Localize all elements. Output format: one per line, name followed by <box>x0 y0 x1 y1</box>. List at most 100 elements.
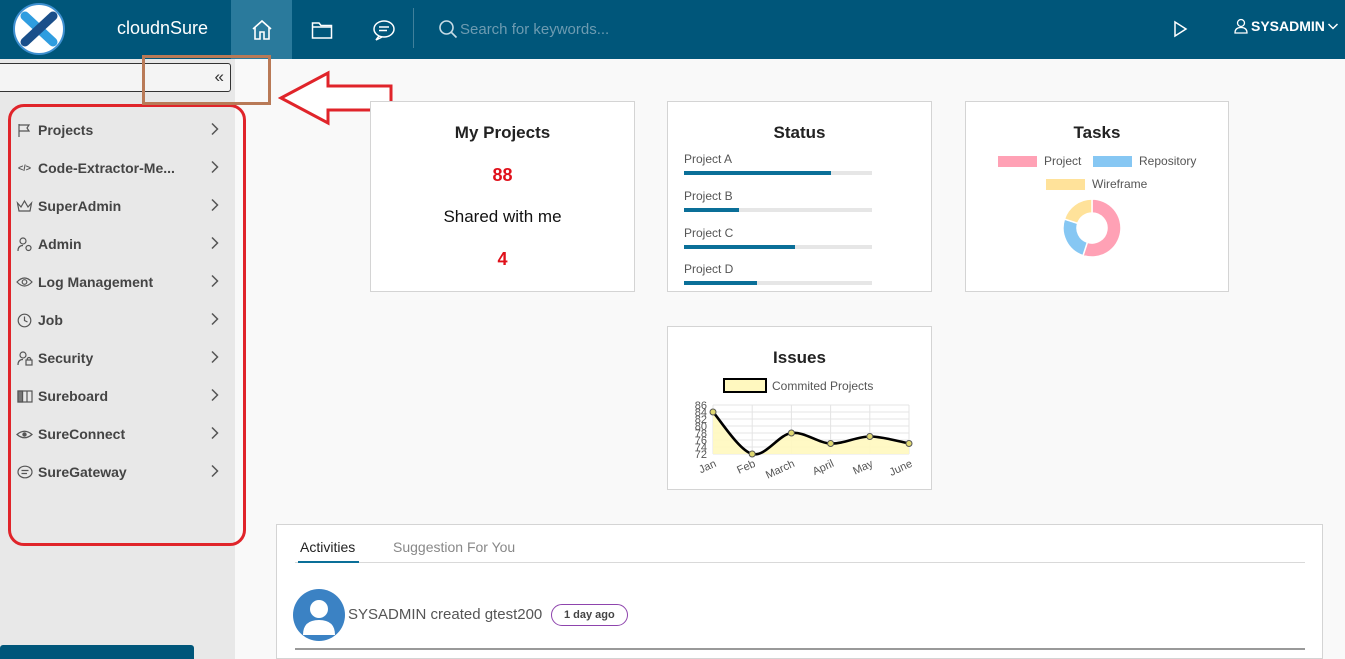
sidebar-item-superadmin[interactable]: SuperAdmin <box>0 187 235 225</box>
data-point[interactable] <box>709 408 717 416</box>
activity-divider <box>295 648 1305 650</box>
data-point[interactable] <box>827 440 835 447</box>
sidebar-item-suregateway[interactable]: SureGateway <box>0 453 235 491</box>
sidebar-bottom-bar <box>0 645 194 659</box>
connect-icon <box>16 426 33 443</box>
tab-suggestion-for-you[interactable]: Suggestion For You <box>393 539 515 555</box>
folder-icon <box>311 21 333 39</box>
sidebar-item-security[interactable]: Security <box>0 339 235 377</box>
gateway-icon <box>16 464 33 481</box>
user-icon <box>1234 18 1248 34</box>
shared-title: Shared with me <box>443 207 562 226</box>
progress-track <box>684 208 872 212</box>
chevron-right-icon <box>211 464 219 478</box>
sidebar-menu: Projects </> Code-Extractor-Me... SuperA… <box>0 111 235 491</box>
status-row: Project D <box>684 262 874 285</box>
card-title: My Projects <box>454 123 551 142</box>
cloudnsure-logo[interactable] <box>12 2 68 56</box>
sidebar-item-label: Projects <box>38 122 94 138</box>
x-tick-label: March <box>764 458 797 482</box>
progress-fill <box>684 208 739 212</box>
donut-slice-repository[interactable] <box>1062 218 1089 257</box>
shared-count[interactable]: 4 <box>371 249 634 270</box>
x-tick-label: Feb <box>735 458 757 477</box>
sidebar-item-label: SuperAdmin <box>38 198 122 214</box>
my-projects-card: My Projects 88 Shared with me 4 <box>370 101 635 292</box>
sidebar-item-sureboard[interactable]: Sureboard <box>0 377 235 415</box>
crown-icon <box>16 198 33 215</box>
data-point[interactable] <box>787 429 795 437</box>
home-button[interactable] <box>231 0 292 59</box>
tasks-card: Tasks Project Repository Wireframe <box>965 101 1229 292</box>
legend-swatch <box>723 378 767 393</box>
play-button[interactable] <box>1168 17 1192 41</box>
tab-activities[interactable]: Activities <box>298 539 360 563</box>
my-projects-count[interactable]: 88 <box>371 165 634 186</box>
clock-icon <box>16 312 33 329</box>
sidebar: « Projects </> Code-Extractor-Me... Supe… <box>0 59 235 659</box>
sidebar-item-admin[interactable]: Admin <box>0 225 235 263</box>
chevron-right-icon <box>211 236 219 250</box>
sidebar-item-projects[interactable]: Projects <box>0 111 235 149</box>
sidebar-item-label: Admin <box>38 236 82 252</box>
eye-icon <box>16 274 33 291</box>
x-tick-label: June <box>888 458 915 479</box>
search-icon <box>439 20 458 39</box>
data-point[interactable] <box>866 433 874 440</box>
status-label: Project D <box>684 262 734 276</box>
status-label: Project B <box>684 189 733 203</box>
donut-slice-wireframe[interactable] <box>1063 198 1093 225</box>
chevron-down-icon <box>1327 23 1338 30</box>
progress-track <box>684 281 872 285</box>
legend-item[interactable]: Repository <box>1093 154 1196 168</box>
search-input[interactable] <box>460 20 720 38</box>
chevron-right-icon <box>211 160 219 174</box>
legend-item[interactable]: Project <box>998 154 1081 168</box>
progress-track <box>684 245 872 249</box>
nav-separator <box>413 8 414 48</box>
status-row: Project C <box>684 226 874 249</box>
issues-card: Issues Commited Projects 72 74 76 78 80 82 84 86… <box>667 326 932 490</box>
chevron-right-icon <box>211 388 219 402</box>
sidebar-item-label: Sureboard <box>38 388 109 404</box>
status-label: Project C <box>684 226 734 240</box>
sidebar-item-code-extractor[interactable]: </> Code-Extractor-Me... <box>0 149 235 187</box>
code-icon: </> <box>17 163 31 173</box>
legend-swatch <box>998 155 1037 167</box>
collapse-sidebar-button[interactable]: « <box>215 67 224 87</box>
data-point[interactable] <box>905 440 913 447</box>
x-tick-label: May <box>851 458 875 478</box>
chat-button[interactable] <box>362 0 406 59</box>
app-name: cloudnSure <box>117 18 209 38</box>
legend-label: Commited Projects <box>772 379 873 393</box>
time-badge: 1 day ago <box>551 604 628 626</box>
user-avatar-icon <box>303 600 335 635</box>
chat-icon <box>373 19 395 41</box>
avatar <box>293 589 345 641</box>
search-box[interactable] <box>438 16 738 42</box>
sidebar-item-job[interactable]: Job <box>0 301 235 339</box>
progress-fill <box>684 245 795 249</box>
user-name: SYSADMIN <box>1251 18 1325 34</box>
chevron-right-icon <box>211 426 219 440</box>
folder-button[interactable] <box>300 0 344 59</box>
chevron-right-icon <box>211 274 219 288</box>
sidebar-item-log-management[interactable]: Log Management <box>0 263 235 301</box>
sidebar-item-sureconnect[interactable]: SureConnect <box>0 415 235 453</box>
sidebar-item-label: SureGateway <box>38 464 127 480</box>
chevron-right-icon <box>211 198 219 212</box>
legend-label: Project <box>1044 154 1082 168</box>
status-row: Project B <box>684 189 874 212</box>
y-tick-label: 86 <box>695 400 707 412</box>
legend-label: Wireframe <box>1092 177 1148 191</box>
legend-item[interactable]: Wireframe <box>1046 177 1147 191</box>
data-point[interactable] <box>748 450 756 458</box>
user-menu[interactable]: SYSADMIN <box>1234 18 1342 34</box>
chevron-right-icon <box>211 350 219 364</box>
sidebar-collapse-bar: « <box>0 63 231 92</box>
x-tick-label: April <box>811 458 836 478</box>
activities-tabs: Activities Suggestion For You <box>295 537 1305 563</box>
card-title: Issues <box>773 348 826 367</box>
user-lock-icon <box>16 350 33 367</box>
home-icon <box>251 19 272 40</box>
